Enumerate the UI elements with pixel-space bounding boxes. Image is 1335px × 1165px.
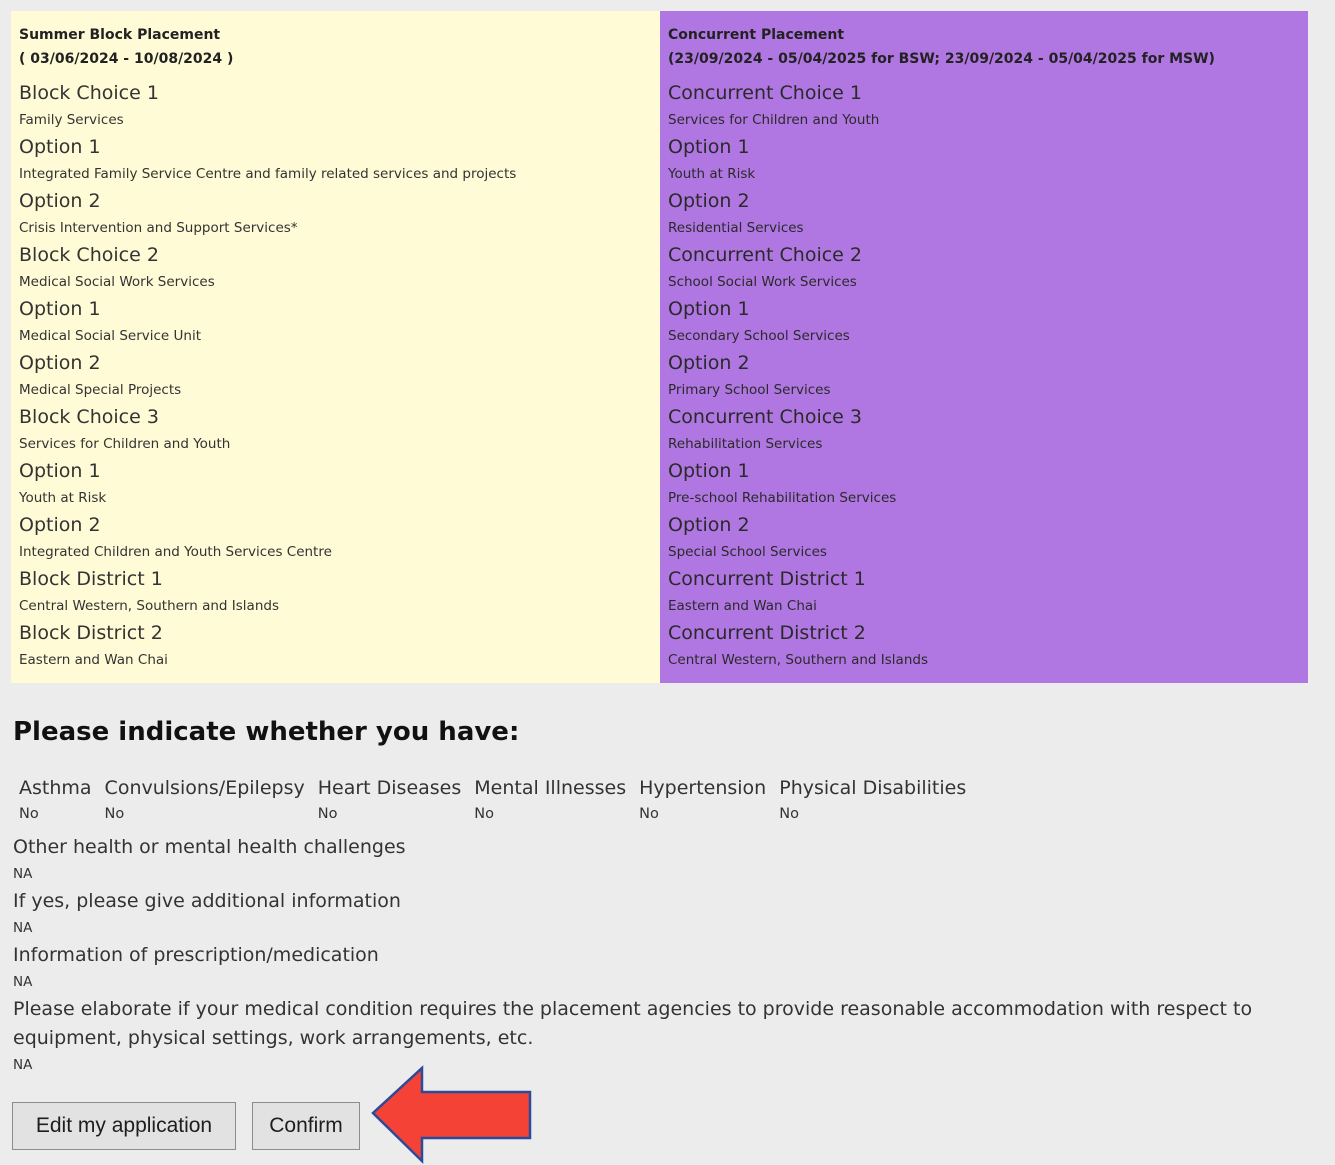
condition-label: Physical Disabilities [779, 777, 967, 799]
block-entry-label: Option 1 [19, 460, 101, 482]
question-answer: NA [13, 974, 33, 990]
question-other-health: Other health or mental health challenges… [13, 833, 1323, 886]
concurrent-entry-label: Option 2 [668, 514, 750, 536]
question-label: Please elaborate if your medical conditi… [13, 998, 1253, 1049]
condition-asthma: Asthma No [13, 774, 99, 827]
condition-value: No [474, 806, 494, 822]
condition-label: Mental Illnesses [474, 777, 627, 799]
summer-block-dates: ( 03/06/2024 - 10/08/2024 ) [19, 51, 234, 67]
block-entry-value: Medical Social Service Unit [19, 328, 201, 344]
concurrent-title: Concurrent Placement [668, 27, 845, 43]
question-label: If yes, please give additional informati… [13, 890, 401, 912]
condition-epilepsy: Convulsions/Epilepsy No [99, 774, 312, 827]
condition-label: Asthma [19, 777, 92, 799]
concurrent-entry-label: Concurrent District 1 [668, 568, 866, 590]
concurrent-entry-label: Option 1 [668, 136, 750, 158]
block-entry-value: Central Western, Southern and Islands [19, 598, 279, 614]
block-entry-label: Option 1 [19, 298, 101, 320]
block-entry-value: Crisis Intervention and Support Services… [19, 220, 298, 236]
question-answer: NA [13, 1057, 33, 1073]
concurrent-entry-value: School Social Work Services [668, 274, 857, 290]
concurrent-entries: Concurrent Choice 1 Services for Childre… [668, 79, 1300, 673]
placement-choices-table: Summer Block Placement ( 03/06/2024 - 10… [11, 11, 1308, 683]
condition-label: Convulsions/Epilepsy [104, 777, 305, 799]
block-entry-value: Eastern and Wan Chai [19, 652, 168, 668]
block-entry-value: Services for Children and Youth [19, 436, 231, 452]
red-arrow-left-icon [371, 1065, 532, 1164]
health-conditions-row: Asthma No Convulsions/Epilepsy No Heart … [13, 774, 973, 827]
condition-heart-diseases: Heart Diseases No [312, 774, 469, 827]
concurrent-dates: (23/09/2024 - 05/04/2025 for BSW; 23/09/… [668, 51, 1215, 67]
block-entry-value: Integrated Family Service Centre and fam… [19, 166, 517, 182]
condition-label: Heart Diseases [317, 777, 462, 799]
condition-value: No [19, 806, 39, 822]
summer-block-header: Summer Block Placement ( 03/06/2024 - 10… [19, 23, 652, 71]
question-answer: NA [13, 920, 33, 936]
condition-label: Hypertension [639, 777, 767, 799]
concurrent-entry-value: Primary School Services [668, 382, 831, 398]
concurrent-entry-label: Concurrent Choice 2 [668, 244, 862, 266]
block-entry-label: Block Choice 2 [19, 244, 159, 266]
summer-block-column: Summer Block Placement ( 03/06/2024 - 10… [11, 11, 660, 683]
concurrent-entry-label: Option 2 [668, 190, 750, 212]
condition-physical-disabilities: Physical Disabilities No [773, 774, 973, 827]
concurrent-entry-label: Option 1 [668, 460, 750, 482]
block-entry-label: Block Choice 3 [19, 406, 159, 428]
concurrent-entry-value: Services for Children and Youth [668, 112, 880, 128]
concurrent-entry-label: Option 1 [668, 298, 750, 320]
concurrent-entry-value: Residential Services [668, 220, 804, 236]
question-label: Information of prescription/medication [13, 944, 379, 966]
concurrent-entry-value: Secondary School Services [668, 328, 850, 344]
concurrent-header: Concurrent Placement (23/09/2024 - 05/04… [668, 23, 1300, 71]
condition-value: No [779, 806, 799, 822]
block-entry-value: Family Services [19, 112, 124, 128]
concurrent-entry-label: Option 2 [668, 352, 750, 374]
concurrent-entry-label: Concurrent Choice 1 [668, 82, 862, 104]
condition-value: No [317, 806, 338, 822]
block-entry-label: Option 2 [19, 190, 101, 212]
condition-hypertension: Hypertension No [633, 774, 773, 827]
confirm-button[interactable]: Confirm [252, 1102, 360, 1150]
concurrent-entry-value: Pre-school Rehabilitation Services [668, 490, 897, 506]
question-medication: Information of prescription/medication N… [13, 941, 1323, 994]
condition-mental-illnesses: Mental Illnesses No [468, 774, 633, 827]
concurrent-entry-value: Central Western, Southern and Islands [668, 652, 928, 668]
concurrent-entry-value: Rehabilitation Services [668, 436, 823, 452]
health-section-heading: Please indicate whether you have: [13, 717, 520, 747]
concurrent-entry-label: Concurrent Choice 3 [668, 406, 862, 428]
concurrent-entry-value: Eastern and Wan Chai [668, 598, 817, 614]
block-entry-label: Block District 2 [19, 622, 163, 644]
concurrent-column: Concurrent Placement (23/09/2024 - 05/04… [660, 11, 1308, 683]
block-entry-label: Option 2 [19, 352, 101, 374]
block-entry-label: Block District 1 [19, 568, 163, 590]
concurrent-entry-value: Youth at Risk [668, 166, 756, 182]
condition-value: No [639, 806, 659, 822]
question-additional-info: If yes, please give additional informati… [13, 887, 1323, 940]
block-entry-label: Option 2 [19, 514, 101, 536]
concurrent-entry-value: Special School Services [668, 544, 827, 560]
question-answer: NA [13, 866, 33, 882]
concurrent-entry-label: Concurrent District 2 [668, 622, 866, 644]
block-entry-value: Youth at Risk [19, 490, 107, 506]
question-accommodation: Please elaborate if your medical conditi… [13, 995, 1323, 1077]
edit-application-button[interactable]: Edit my application [12, 1102, 236, 1150]
summer-block-entries: Block Choice 1 Family Services Option 1 … [19, 79, 652, 673]
block-entry-label: Block Choice 1 [19, 82, 159, 104]
question-label: Other health or mental health challenges [13, 836, 406, 858]
block-entry-value: Medical Special Projects [19, 382, 182, 398]
block-entry-value: Integrated Children and Youth Services C… [19, 544, 332, 560]
condition-value: No [104, 806, 125, 822]
block-entry-label: Option 1 [19, 136, 101, 158]
summer-block-title: Summer Block Placement [19, 27, 221, 43]
block-entry-value: Medical Social Work Services [19, 274, 215, 290]
